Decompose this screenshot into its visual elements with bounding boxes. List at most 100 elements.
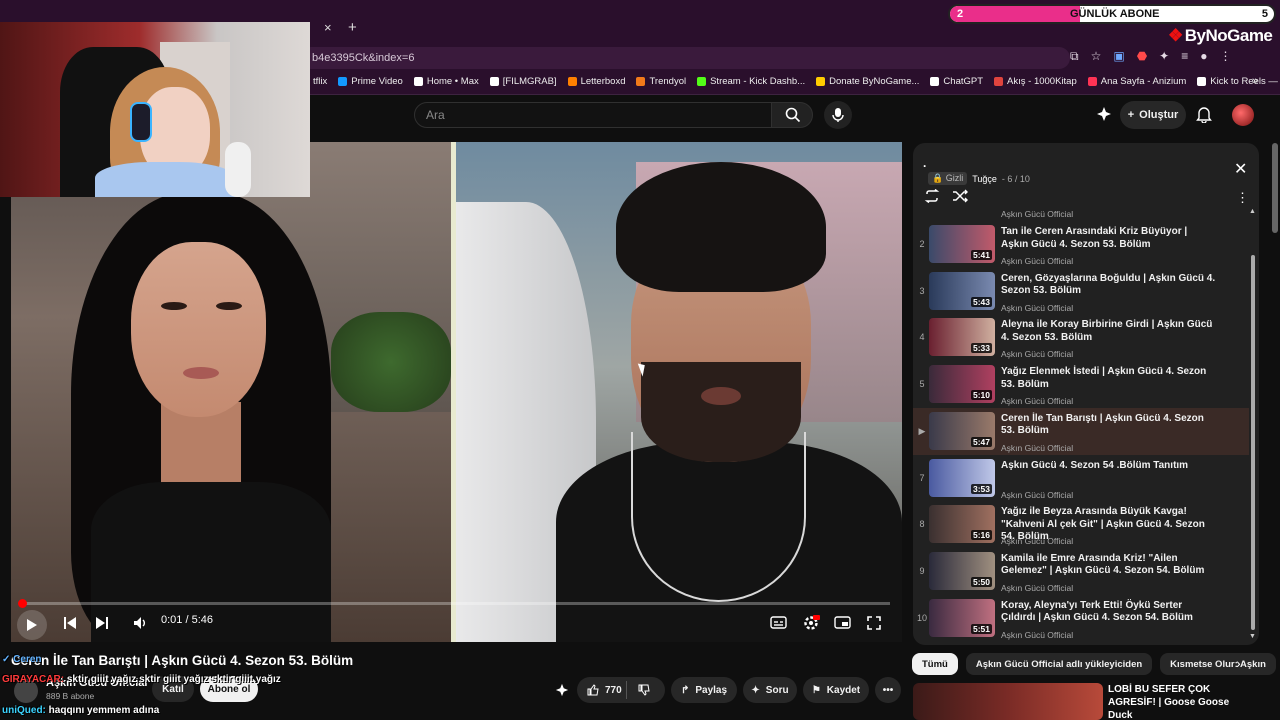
playlist-item[interactable]: 10 5:51 Koray, Aleyna'yı Terk Etti! Öykü S…: [913, 595, 1249, 642]
playlist-item[interactable]: 7 3:53 Aşkın Gücü 4. Sezon 54 .Bölüm Tanıt…: [913, 455, 1249, 502]
playlist-item-channel: Aşkın Gücü Official: [1001, 582, 1074, 593]
filter-chip[interactable]: Aşkın Gücü Official adlı yükleyiciden: [965, 653, 1153, 675]
bookmark-item[interactable]: Stream - Kick Dashb...: [697, 76, 805, 87]
recommendation-title[interactable]: LOBİ BU SEFER ÇOK AGRESİF! | Goose Goose…: [1108, 683, 1248, 720]
voice-search-button[interactable]: [824, 101, 852, 129]
playlist-item-duration: 5:10: [970, 390, 992, 401]
dislike-button[interactable]: [638, 683, 650, 701]
progress-bar[interactable]: [23, 602, 890, 605]
playlist-item[interactable]: 5 5:10 Yağız Elenmek İstedi | Aşkın Gücü 4…: [913, 361, 1249, 408]
search-icon: [785, 107, 801, 123]
reading-list-icon[interactable]: ≡: [1181, 49, 1188, 64]
bookmark-item[interactable]: Kick to Reels — by...: [1197, 76, 1280, 87]
ask-button[interactable]: ✦ Soru: [743, 677, 797, 703]
create-label: Oluştur: [1139, 109, 1179, 121]
bookmark-item[interactable]: Ana Sayfa - Anizium: [1087, 76, 1187, 87]
subtitles-button[interactable]: [770, 616, 787, 629]
install-icon[interactable]: ⧉: [1070, 49, 1079, 64]
playlist-item-thumbnail[interactable]: 5:50: [929, 551, 995, 590]
playlist-item-partial[interactable]: Aşkın Gücü Official: [913, 208, 1249, 220]
playlist-item-index: 10: [916, 612, 927, 623]
star-icon[interactable]: ☆: [1091, 49, 1102, 64]
bookmark-label: Ana Sayfa - Anizium: [1100, 76, 1187, 87]
more-actions-button[interactable]: •••: [875, 677, 901, 703]
bookmark-item[interactable]: Home • Max: [413, 76, 479, 87]
account-avatar[interactable]: [1232, 104, 1254, 126]
video-player[interactable]: 0:01 / 5:46: [11, 142, 902, 642]
menu-icon[interactable]: ⋮: [1220, 49, 1232, 64]
playlist-item-index: 7: [919, 472, 925, 483]
sparkle-ask-icon[interactable]: [555, 683, 569, 697]
playlist-title[interactable]: .: [923, 156, 926, 170]
bell-icon[interactable]: [1196, 105, 1212, 123]
thumbs-down-icon: [638, 684, 650, 696]
playlist-item[interactable]: ▶ 5:47 Ceren İle Tan Barıştı | Aşkın Gücü …: [913, 407, 1249, 455]
mic-icon: [832, 108, 844, 122]
scroll-up-icon[interactable]: ▲: [1249, 208, 1256, 215]
playlist-item[interactable]: 3 5:43 Ceren, Gözyaşlarına Boğuldu | Aşkın…: [913, 268, 1249, 315]
filter-chip[interactable]: Tümü: [912, 653, 958, 675]
playlist-item-thumbnail[interactable]: 5:10: [929, 365, 995, 404]
loop-icon[interactable]: [924, 189, 940, 203]
bookmark-item[interactable]: Letterboxd: [567, 76, 625, 87]
bookmark-item[interactable]: Akış - 1000Kitap: [994, 76, 1077, 87]
url-text[interactable]: b4e3395Ck&index=6: [312, 52, 414, 64]
adblock-icon[interactable]: ⬣: [1137, 49, 1147, 64]
playlist-item-thumbnail[interactable]: 5:41: [929, 225, 995, 263]
save-button[interactable]: ⚑ Kaydet: [803, 677, 869, 703]
play-button[interactable]: [17, 610, 47, 640]
playlist-item-thumbnail[interactable]: 5:16: [929, 505, 995, 544]
progress-scrubber[interactable]: [18, 599, 27, 608]
create-button[interactable]: + Oluştur: [1120, 101, 1186, 129]
playlist-item[interactable]: 2 5:41 Tan ile Ceren Arasındaki Kriz Büyüy…: [913, 221, 1249, 268]
playlist-owner[interactable]: Tuğçe: [972, 174, 997, 184]
playlist-more-icon[interactable]: ⋮: [1236, 190, 1249, 206]
playlist-item-thumbnail[interactable]: 5:33: [929, 318, 995, 357]
playlist-item-channel: Aşkın Gücü Official: [1001, 629, 1074, 640]
recommendation-thumbnail[interactable]: [913, 683, 1103, 720]
bookmark-item[interactable]: [FILMGRAB]: [489, 76, 557, 87]
fullscreen-button[interactable]: [867, 616, 881, 630]
next-icon: [96, 617, 108, 629]
search-input[interactable]: [414, 102, 772, 128]
miniplayer-button[interactable]: [834, 616, 851, 629]
bookmark-item[interactable]: Trendyol: [636, 76, 686, 87]
chevron-right-icon[interactable]: ›: [1236, 655, 1241, 671]
search-placeholder[interactable]: Ara: [426, 108, 445, 122]
bookmark-item[interactable]: ChatGPT: [930, 76, 983, 87]
bookmark-favicon-icon: [930, 77, 940, 86]
bookmarks-overflow-icon[interactable]: »: [1252, 75, 1258, 87]
playlist-item[interactable]: 9 5:50 Kamila ile Emre Arasında Kriz! "Ail…: [913, 548, 1249, 595]
extensions-icon[interactable]: ✦: [1159, 49, 1169, 64]
scroll-down-icon[interactable]: ▼: [1249, 633, 1256, 640]
playlist-item[interactable]: 8 5:16 Yağız ile Beyza Arasında Büyük Kavg…: [913, 501, 1249, 548]
shuffle-icon[interactable]: [952, 189, 968, 203]
playlist-item-thumbnail[interactable]: 5:43: [929, 271, 995, 310]
bookmark-item[interactable]: Prime Video: [338, 76, 403, 87]
tab-close-icon[interactable]: ×: [324, 20, 332, 35]
playlist-meta: 🔒 Gizli Tuğçe - 6 / 10: [928, 172, 1030, 185]
extension-translate-icon[interactable]: ▣: [1113, 49, 1124, 64]
url-field[interactable]: [300, 47, 1070, 69]
settings-button[interactable]: [802, 614, 820, 632]
playlist-item-title: Yağız Elenmek İstedi | Aşkın Gücü 4. Sez…: [1001, 366, 1207, 390]
close-icon[interactable]: ✕: [1234, 159, 1247, 179]
bookmark-item[interactable]: Donate ByNoGame...: [816, 76, 919, 87]
share-button[interactable]: ↱ Paylaş: [671, 677, 737, 703]
filter-chip[interactable]: Kısmetse Olur: Aşkın: [1160, 653, 1276, 675]
search-button[interactable]: [771, 102, 813, 128]
next-button[interactable]: [95, 616, 109, 630]
volume-button[interactable]: [133, 616, 149, 630]
previous-button[interactable]: [63, 616, 77, 630]
playlist-item[interactable]: 4 5:33 Aleyna ile Koray Birbirine Girdi | …: [913, 314, 1249, 361]
page-scrollbar[interactable]: [1272, 143, 1278, 233]
playlist-item-thumbnail[interactable]: 3:53: [929, 458, 995, 497]
playlist-scroll-thumb[interactable]: [1251, 255, 1255, 630]
new-tab-icon[interactable]: +: [348, 19, 357, 36]
profile-icon[interactable]: ●: [1200, 49, 1207, 64]
gear-icon: [804, 615, 820, 630]
playlist-item-thumbnail[interactable]: 5:47: [929, 411, 995, 450]
like-button[interactable]: 770: [577, 677, 665, 703]
sparkle-icon[interactable]: [1096, 106, 1112, 122]
playlist-item-thumbnail[interactable]: 5:51: [929, 598, 995, 637]
